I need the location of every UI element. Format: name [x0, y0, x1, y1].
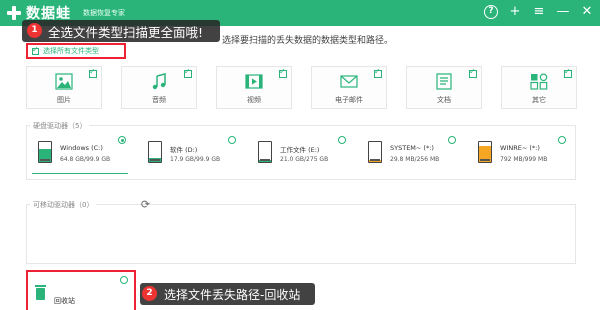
close-icon[interactable]: ✕: [580, 4, 594, 20]
help-icon[interactable]: ?: [484, 5, 498, 19]
document-icon: [436, 73, 452, 90]
recycle-bin-option[interactable]: 回收站: [26, 270, 136, 310]
drive-name: Windows (C:): [60, 144, 103, 152]
checkbox-icon[interactable]: [374, 67, 382, 78]
recycle-bin-label: 回收站: [54, 297, 75, 305]
menu-icon[interactable]: ≡: [532, 4, 546, 20]
drive-name: WINRE~ (*:): [500, 144, 540, 152]
drive-base: [480, 159, 490, 161]
drive-name: 软件 (D:): [170, 146, 198, 154]
step-badge: 1: [27, 23, 42, 38]
file-type-other[interactable]: 其它: [501, 66, 577, 109]
other-icon: [530, 73, 548, 90]
drive-size: 17.9 GB/99.9 GB: [170, 156, 221, 163]
drive-icon: [368, 141, 382, 163]
drive-size: 792 MB/999 MB: [500, 156, 548, 163]
removable-drive-section-title: 可移动驱动器（0）: [30, 200, 97, 210]
recycle-bin-radio[interactable]: [120, 276, 128, 284]
callout-text: 全选文件类型扫描更全面哦!: [48, 24, 204, 40]
drive-size: 21.0 GB/275 GB: [280, 156, 329, 163]
drive-item[interactable]: 工作文件 (E:) 21.0 GB/275 GB: [252, 136, 348, 174]
checkbox-icon[interactable]: [89, 67, 97, 78]
drive-base: [260, 159, 270, 161]
file-type-document[interactable]: 文档: [406, 66, 482, 109]
checkbox-icon[interactable]: [564, 67, 572, 78]
file-type-label: 音频: [152, 96, 166, 104]
app-subtitle: 数据恢复专家: [83, 9, 125, 17]
drive-item[interactable]: 软件 (D:) 17.9 GB/99.9 GB: [142, 136, 238, 174]
drive-radio[interactable]: [338, 136, 346, 144]
drive-size: 64.8 GB/99.9 GB: [60, 156, 111, 163]
checkbox-icon[interactable]: [279, 67, 287, 78]
drive-icon: [258, 141, 272, 163]
file-type-label: 电子邮件: [335, 96, 363, 104]
checkbox-icon: [32, 45, 39, 55]
instruction-text: 选择要扫描的丢失数据的数据类型和路径。: [222, 36, 394, 46]
hard-drive-section-title: 硬盘驱动器（5）: [30, 121, 90, 131]
drive-radio[interactable]: [448, 136, 456, 144]
checkbox-icon[interactable]: [184, 67, 192, 78]
file-type-audio[interactable]: 音频: [121, 66, 197, 109]
file-type-label: 文档: [437, 96, 451, 104]
window-controls: ? + ≡ — ✕: [484, 4, 594, 20]
select-all-checkbox[interactable]: 选择所有文件类型: [26, 43, 126, 59]
drive-base: [370, 159, 380, 161]
checkbox-icon[interactable]: [469, 67, 477, 78]
file-type-image[interactable]: 图片: [26, 66, 102, 109]
step-badge: 2: [142, 286, 157, 301]
drive-item[interactable]: Windows (C:) 64.8 GB/99.9 GB: [32, 136, 128, 174]
file-type-video[interactable]: 视频: [216, 66, 292, 109]
video-icon: [245, 74, 263, 89]
drive-icon: [148, 141, 162, 163]
logo-plus-icon: [6, 5, 22, 21]
drive-base: [40, 159, 50, 161]
drive-name: 工作文件 (E:): [280, 146, 320, 154]
drive-radio[interactable]: [118, 136, 126, 144]
drive-size: 29.8 MB/256 MB: [390, 156, 440, 163]
file-type-label: 图片: [57, 96, 71, 104]
select-all-label: 选择所有文件类型: [43, 47, 99, 55]
refresh-icon[interactable]: ⟳: [140, 199, 151, 210]
callout-tooltip: 2 选择文件丢失路径-回收站: [140, 283, 315, 305]
email-icon: [340, 75, 358, 88]
audio-icon: [152, 73, 166, 90]
image-icon: [55, 73, 73, 90]
file-type-email[interactable]: 电子邮件: [311, 66, 387, 109]
file-type-label: 其它: [532, 96, 546, 104]
drive-item[interactable]: WINRE~ (*:) 792 MB/999 MB: [472, 136, 568, 174]
drive-base: [150, 159, 160, 161]
drive-icon: [478, 141, 492, 163]
drive-radio[interactable]: [228, 136, 236, 144]
callout-text: 选择文件丢失路径-回收站: [164, 287, 301, 302]
recycle-bin-icon: [35, 285, 46, 300]
removable-drive-section: 可移动驱动器（0）: [26, 200, 576, 264]
minimize-icon[interactable]: —: [556, 4, 570, 20]
drive-name: SYSTEM~ (*:): [390, 144, 434, 152]
plus-icon[interactable]: +: [508, 4, 522, 20]
drive-icon: [38, 141, 52, 163]
callout-tooltip: 1 全选文件类型扫描更全面哦!: [22, 20, 220, 42]
drive-radio[interactable]: [558, 136, 566, 144]
file-type-label: 视频: [247, 96, 261, 104]
drive-item[interactable]: SYSTEM~ (*:) 29.8 MB/256 MB: [362, 136, 458, 174]
file-type-list: 图片 音频 视频 电子邮件 文档: [26, 66, 577, 109]
